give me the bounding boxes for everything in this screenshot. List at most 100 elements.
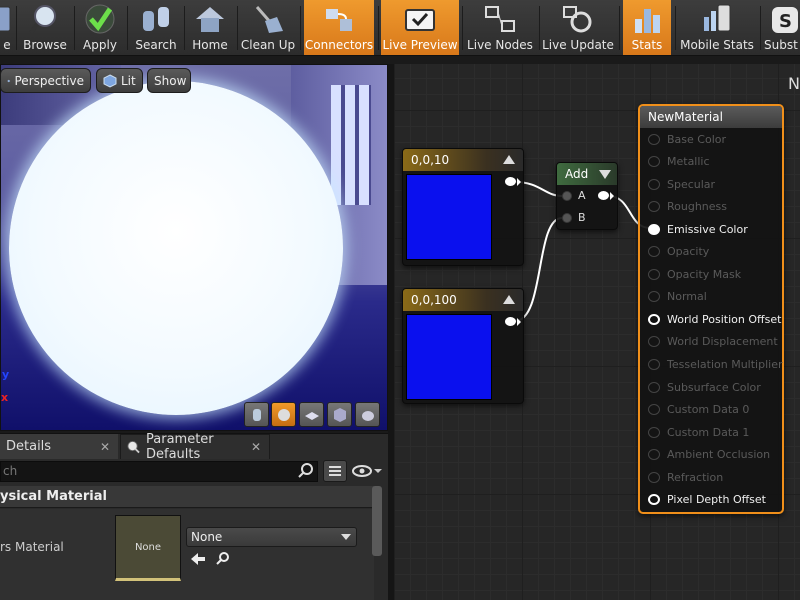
input-pin-a[interactable]	[562, 191, 572, 201]
show-button[interactable]: Show	[147, 68, 191, 93]
material-pin-label: Pixel Depth Offset	[667, 493, 766, 507]
toolbar: e Browse Apply Search Home Clean Up Conn…	[0, 0, 800, 56]
output-arrow-icon	[517, 178, 521, 186]
pin-dot-icon[interactable]	[648, 133, 660, 145]
substance-button[interactable]: S Subst	[764, 0, 800, 55]
tab-parameter-defaults[interactable]: Parameter Defaults ✕	[120, 432, 270, 462]
toolbar-label: Browse	[23, 38, 67, 52]
pin-dot-icon[interactable]	[648, 404, 660, 416]
preview-sphere	[9, 81, 343, 415]
magnifier-icon	[29, 5, 56, 35]
material-pin-row[interactable]: Ambient Occlusion	[648, 446, 770, 464]
pin-dot-icon[interactable]	[648, 336, 660, 348]
material-pin-row[interactable]: World Displacement	[648, 333, 778, 351]
pin-dot-icon[interactable]	[648, 223, 660, 235]
tab-details[interactable]: Details ✕	[0, 434, 118, 459]
material-pin-row[interactable]: Custom Data 0	[648, 401, 749, 419]
chevron-down-icon	[341, 534, 351, 540]
material-pin-row[interactable]: Roughness	[648, 198, 727, 216]
material-pin-row[interactable]: World Position Offset	[648, 310, 781, 328]
eye-icon[interactable]	[352, 463, 382, 479]
category-physical-material[interactable]: ysical Material	[0, 486, 374, 508]
lit-button[interactable]: Lit	[96, 68, 143, 93]
use-selected-arrow-icon[interactable]	[191, 553, 205, 565]
toolbar-label: Connectors	[304, 38, 374, 52]
close-icon[interactable]: ✕	[100, 440, 110, 454]
preview-plane-button[interactable]	[299, 402, 324, 427]
house-icon	[196, 7, 224, 32]
material-thumbnail[interactable]: None	[115, 515, 181, 581]
apply-button[interactable]: Apply	[77, 0, 123, 55]
material-pin-row[interactable]: Emissive Color	[648, 220, 748, 238]
connectors-button[interactable]: Connectors	[304, 0, 374, 55]
axis-x-label: x	[1, 391, 9, 404]
live-update-button[interactable]: Live Update	[542, 0, 614, 55]
details-scrollbar[interactable]	[372, 486, 382, 556]
material-pin-label: Opacity	[667, 245, 710, 259]
material-pin-row[interactable]: Normal	[648, 288, 707, 306]
collapse-icon[interactable]	[503, 295, 515, 304]
material-pin-row[interactable]: Base Color	[648, 130, 726, 148]
save-button[interactable]: e	[0, 0, 14, 55]
pin-dot-icon[interactable]	[648, 156, 660, 168]
tab-details-label: Details	[6, 439, 52, 454]
pin-dot-icon[interactable]	[648, 471, 660, 483]
output-pin[interactable]	[598, 191, 609, 200]
live-preview-button[interactable]: Live Preview	[381, 0, 459, 55]
material-pin-row[interactable]: Tesselation Multiplier	[648, 356, 782, 374]
collapse-icon[interactable]	[599, 170, 611, 179]
live-nodes-button[interactable]: Live Nodes	[465, 0, 535, 55]
pin-dot-icon[interactable]	[648, 381, 660, 393]
preview-teapot-button[interactable]	[355, 402, 380, 427]
material-pin-row[interactable]: Subsurface Color	[648, 378, 761, 396]
toolbar-label: Apply	[83, 38, 117, 52]
material-pin-row[interactable]: Specular	[648, 175, 715, 193]
material-pin-row[interactable]: Opacity Mask	[648, 265, 741, 283]
node-title-text: NewMaterial	[648, 110, 723, 124]
pin-dot-icon[interactable]	[648, 246, 660, 258]
preview-sphere-button[interactable]	[271, 402, 296, 427]
svg-text:S: S	[779, 11, 792, 32]
material-pin-row[interactable]: Refraction	[648, 468, 723, 486]
show-label: Show	[154, 73, 187, 88]
view-options-button[interactable]	[323, 460, 347, 482]
clean-up-button[interactable]: Clean Up	[240, 0, 296, 55]
output-pin[interactable]	[505, 317, 516, 326]
browse-button[interactable]: Browse	[19, 0, 71, 55]
teapot-icon	[361, 410, 374, 421]
browse-magnifier-icon[interactable]	[216, 551, 230, 565]
pin-dot-icon[interactable]	[648, 268, 660, 280]
pin-dot-icon[interactable]	[648, 449, 660, 461]
mobile-stats-button[interactable]: Mobile Stats	[679, 0, 755, 55]
close-icon[interactable]: ✕	[251, 440, 261, 454]
material-combo[interactable]: None	[186, 527, 357, 547]
pin-dot-icon[interactable]	[648, 359, 660, 370]
axis-y-label: y	[2, 368, 10, 381]
material-pin-row[interactable]: Opacity	[648, 243, 709, 261]
mobile-stats-icon	[704, 4, 731, 32]
pin-dot-icon[interactable]	[648, 291, 660, 303]
property-row	[0, 509, 374, 600]
home-button[interactable]: Home	[187, 0, 233, 55]
search-button[interactable]: Search	[130, 0, 182, 55]
pin-dot-icon[interactable]	[648, 178, 660, 190]
pin-dot-icon[interactable]	[648, 494, 660, 506]
node-title-text: 0,0,100	[411, 293, 457, 307]
collapse-icon[interactable]	[503, 155, 515, 164]
stats-button[interactable]: Stats	[623, 0, 671, 55]
material-pin-row[interactable]: Metallic	[648, 153, 710, 171]
details-search-input[interactable]: ch	[0, 461, 318, 482]
material-pin-label: Normal	[667, 290, 707, 304]
pin-dot-icon[interactable]	[648, 201, 660, 213]
pin-dot-icon[interactable]	[648, 426, 660, 438]
output-pin[interactable]	[505, 177, 516, 186]
perspective-button[interactable]: Perspective	[0, 68, 91, 93]
material-pin-row[interactable]: Custom Data 1	[648, 423, 749, 441]
material-pin-row[interactable]: Pixel Depth Offset	[648, 491, 766, 509]
input-pin-b[interactable]	[562, 213, 572, 223]
material-pin-label: Custom Data 0	[667, 403, 750, 417]
material-pin-label: Emissive Color	[667, 222, 748, 236]
preview-cylinder-button[interactable]	[244, 402, 269, 427]
preview-cube-button[interactable]	[327, 402, 352, 427]
pin-dot-icon[interactable]	[648, 313, 660, 325]
